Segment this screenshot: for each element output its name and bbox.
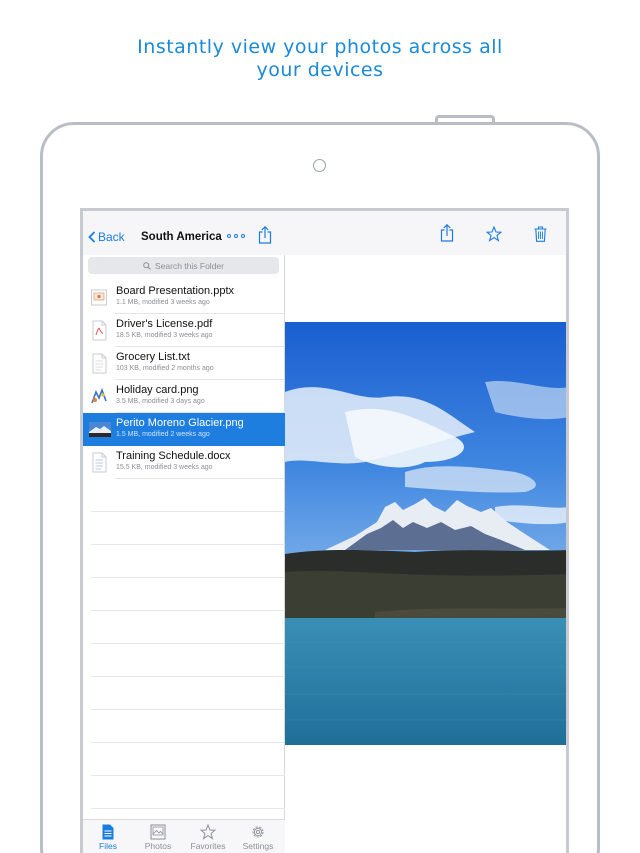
file-name: Board Presentation.pptx <box>116 285 235 297</box>
tab-photos[interactable]: Photos <box>133 824 183 851</box>
file-row[interactable]: Training Schedule.docx 15.5 KB, modified… <box>92 446 285 479</box>
folder-title: South America <box>141 231 222 243</box>
file-meta: 3.5 MB, modified 3 days ago <box>116 398 205 405</box>
search-icon <box>143 261 151 270</box>
file-row[interactable]: Grocery List.txt 103 KB, modified 2 mont… <box>92 347 285 380</box>
empty-list-row <box>91 743 285 776</box>
tab-label: Settings <box>242 841 274 851</box>
empty-list-row <box>91 710 285 743</box>
back-button[interactable]: Back <box>88 230 125 244</box>
headline: Instantly view your photos across all yo… <box>0 36 640 82</box>
tab-bar: Files Photos Favorites Settings <box>83 819 285 853</box>
empty-list-row <box>91 512 285 545</box>
empty-list-row <box>91 611 285 644</box>
txt-file-icon <box>92 353 107 374</box>
file-meta: 18.5 KB, modified 3 weeks ago <box>116 332 213 339</box>
preview-toolbar <box>285 211 566 255</box>
file-meta: 1.1 MB, modified 3 weeks ago <box>116 299 210 306</box>
pptx-file-icon <box>91 289 107 306</box>
star-icon <box>200 824 216 840</box>
file-meta: 15.5 KB, modified 3 weeks ago <box>116 464 213 471</box>
image-thumbnail-icon <box>89 422 111 437</box>
file-row[interactable]: Holiday card.png 3.5 MB, modified 3 days… <box>90 380 285 413</box>
file-name: Driver's License.pdf <box>116 318 213 330</box>
file-meta: 1.5 MB, modified 2 weeks ago <box>116 431 210 438</box>
file-row[interactable]: Driver's License.pdf 18.5 KB, modified 3… <box>92 314 285 347</box>
app-screen: Back South America Search this Folder Bo… <box>80 208 569 853</box>
tab-favorites[interactable]: Favorites <box>183 824 233 851</box>
back-label: Back <box>98 230 125 244</box>
file-name: Training Schedule.docx <box>116 450 231 462</box>
file-row-selected[interactable]: Perito Moreno Glacier.png 1.5 MB, modifi… <box>83 413 285 446</box>
file-meta: 103 KB, modified 2 months ago <box>116 365 214 372</box>
preview-panel <box>285 211 566 853</box>
empty-list-row <box>91 545 285 578</box>
file-name: Grocery List.txt <box>116 351 190 363</box>
file-name: Perito Moreno Glacier.png <box>116 417 244 429</box>
share-icon[interactable] <box>440 223 454 247</box>
empty-list-row <box>91 677 285 710</box>
headline-line-2: your devices <box>256 59 384 81</box>
empty-list-row <box>91 776 285 809</box>
file-name: Holiday card.png <box>116 384 199 396</box>
photos-icon <box>150 824 166 840</box>
file-list: Board Presentation.pptx 1.1 MB, modified… <box>83 281 285 809</box>
tab-label: Photos <box>144 841 172 851</box>
share-icon[interactable] <box>258 225 272 249</box>
star-icon[interactable] <box>485 225 503 247</box>
photo-preview[interactable] <box>285 322 566 745</box>
camera-icon <box>313 159 326 172</box>
file-browser-navbar: Back South America <box>83 211 285 255</box>
empty-list-row <box>91 644 285 677</box>
headline-line-1: Instantly view your photos across all <box>137 36 503 58</box>
files-icon <box>102 824 114 840</box>
docx-file-icon <box>92 452 107 473</box>
pdf-file-icon <box>92 320 107 341</box>
image-thumbnail-icon <box>90 387 108 405</box>
tab-settings[interactable]: Settings <box>233 824 283 851</box>
tab-files[interactable]: Files <box>83 824 133 851</box>
search-input[interactable]: Search this Folder <box>88 257 279 274</box>
search-placeholder: Search this Folder <box>155 260 224 271</box>
empty-list-row <box>91 578 285 611</box>
file-row[interactable]: Board Presentation.pptx 1.1 MB, modified… <box>91 281 285 314</box>
more-options-icon[interactable] <box>227 230 245 242</box>
tab-label: Favorites <box>190 841 226 851</box>
gear-icon <box>252 826 264 838</box>
chevron-left-icon <box>88 231 96 243</box>
empty-list-row <box>91 479 285 512</box>
file-browser-panel: Back South America Search this Folder Bo… <box>83 211 285 853</box>
tab-label: Files <box>99 841 117 851</box>
trash-icon[interactable] <box>534 226 547 247</box>
